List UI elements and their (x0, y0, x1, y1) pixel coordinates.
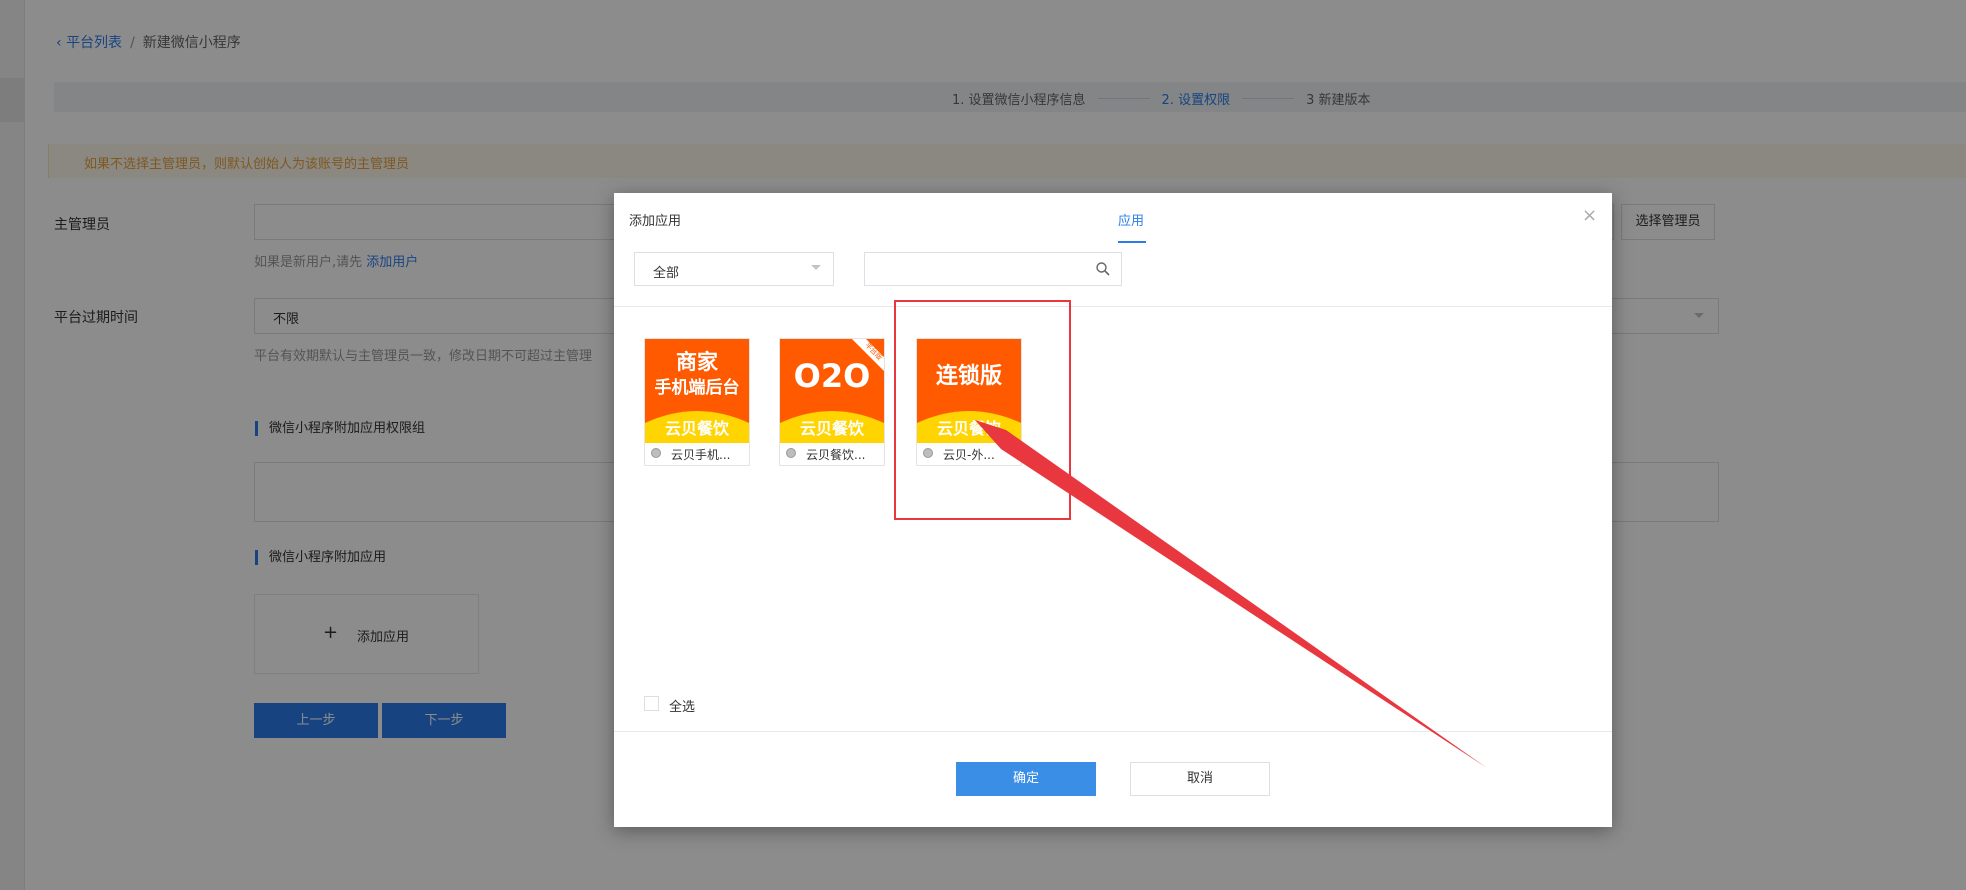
app-name: 云贝手机... (671, 448, 731, 462)
app-name: 云贝餐饮... (806, 448, 866, 462)
app-name: 云贝-外... (943, 448, 995, 462)
app-title: 商家 (676, 350, 719, 374)
confirm-button[interactable]: 确定 (956, 762, 1096, 796)
app-brand: 云贝餐饮 (800, 419, 865, 438)
modal-divider-bottom (614, 731, 1612, 732)
app-brand: 云贝餐饮 (665, 419, 730, 438)
search-input[interactable] (866, 254, 1086, 284)
modal-divider-top (614, 306, 1612, 307)
app-name-row: 云贝-外... (917, 443, 1021, 465)
filter-select[interactable]: 全部 (634, 252, 834, 286)
app-logo-o2o: 平台版 O2O 云贝餐饮 (780, 339, 884, 443)
modal-title: 添加应用 (629, 214, 682, 229)
app-thumbnail: 商家 手机端后台 云贝餐饮 (645, 339, 749, 443)
add-app-modal: 添加应用 应用 × 全部 商家 手机端后台 云贝餐饮 云贝手机... 平台版 O… (614, 193, 1612, 827)
app-title: 连锁版 (936, 363, 1002, 389)
app-thumbnail: 平台版 O2O 云贝餐饮 (780, 339, 884, 443)
app-brand: 云贝餐饮 (937, 419, 1002, 438)
close-icon[interactable]: × (1582, 205, 1597, 226)
app-card[interactable]: 平台版 O2O 云贝餐饮 云贝餐饮... (779, 338, 885, 466)
select-all-checkbox[interactable] (644, 696, 659, 711)
chevron-down-icon (811, 265, 821, 270)
search-icon[interactable] (1095, 261, 1111, 277)
tab-apps[interactable]: 应用 (1118, 210, 1144, 229)
globe-icon (651, 448, 661, 458)
app-title: O2O (794, 357, 871, 395)
app-logo-chain: 连锁版 云贝餐饮 (917, 339, 1021, 443)
app-card[interactable]: 商家 手机端后台 云贝餐饮 云贝手机... (644, 338, 750, 466)
select-all-label[interactable]: 全选 (669, 696, 695, 715)
globe-icon (923, 448, 933, 458)
app-card[interactable]: 连锁版 云贝餐饮 云贝-外... (916, 338, 1022, 466)
app-name-row: 云贝餐饮... (780, 443, 884, 465)
globe-icon (786, 448, 796, 458)
app-name-row: 云贝手机... (645, 443, 749, 465)
tab-underline (1118, 241, 1146, 243)
app-logo-shop-admin: 商家 手机端后台 云贝餐饮 (645, 339, 749, 443)
app-thumbnail: 连锁版 云贝餐饮 (917, 339, 1021, 443)
filter-value: 全部 (653, 266, 680, 281)
app-subtitle: 手机端后台 (655, 377, 740, 398)
cancel-button[interactable]: 取消 (1130, 762, 1270, 796)
search-box (864, 252, 1122, 286)
